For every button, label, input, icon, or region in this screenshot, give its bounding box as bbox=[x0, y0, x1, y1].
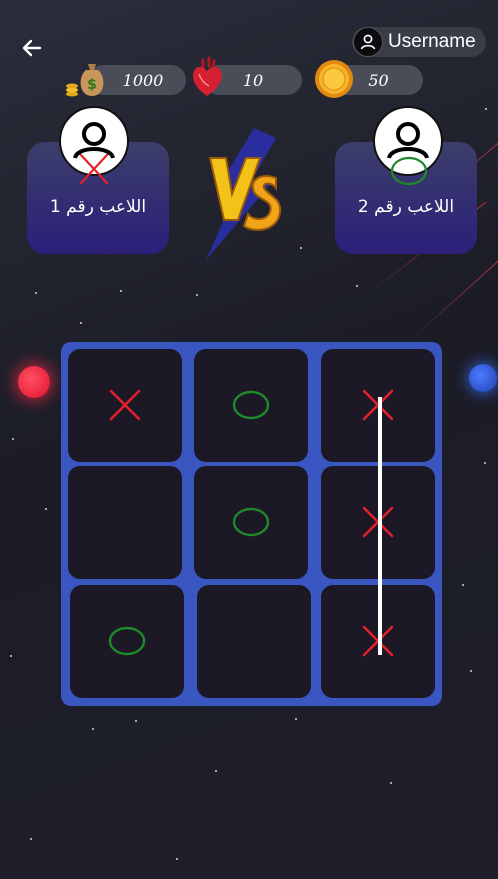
coins-value: 50 bbox=[368, 70, 389, 90]
money-bag-icon: $ bbox=[64, 60, 110, 104]
board-cell-empty[interactable] bbox=[197, 585, 311, 698]
gold-coin-icon bbox=[313, 58, 355, 104]
red-planet-decoration bbox=[18, 366, 50, 398]
lives-value: 10 bbox=[242, 70, 264, 90]
player1-x-mark-icon bbox=[78, 152, 110, 190]
board-cell-o[interactable] bbox=[70, 585, 184, 698]
heart-organ-icon bbox=[189, 54, 225, 102]
x-mark-icon bbox=[109, 389, 141, 421]
o-mark-icon bbox=[232, 507, 270, 537]
versus-emblem-icon bbox=[196, 128, 286, 260]
board-cell-o[interactable] bbox=[194, 349, 308, 462]
money-value: 1000 bbox=[122, 70, 164, 90]
svg-text:$: $ bbox=[87, 77, 97, 93]
game-board bbox=[61, 342, 442, 706]
board-cell-o[interactable] bbox=[194, 466, 308, 579]
player1-label: اللاعب رقم 1 bbox=[49, 197, 147, 217]
player2-label: اللاعب رقم 2 bbox=[357, 197, 455, 217]
username-label: Username bbox=[388, 31, 476, 52]
winning-line bbox=[378, 397, 382, 655]
board-cell-empty[interactable] bbox=[68, 466, 182, 579]
blue-planet-decoration bbox=[469, 364, 497, 392]
meteor-streak bbox=[409, 259, 498, 341]
user-profile-pill[interactable]: Username bbox=[352, 27, 486, 57]
back-arrow-icon[interactable] bbox=[20, 36, 48, 60]
o-mark-icon bbox=[108, 626, 146, 656]
player2-o-mark-icon bbox=[389, 155, 429, 191]
o-mark-icon bbox=[232, 390, 270, 420]
board-cell-x[interactable] bbox=[68, 349, 182, 462]
user-avatar-icon bbox=[353, 27, 383, 57]
